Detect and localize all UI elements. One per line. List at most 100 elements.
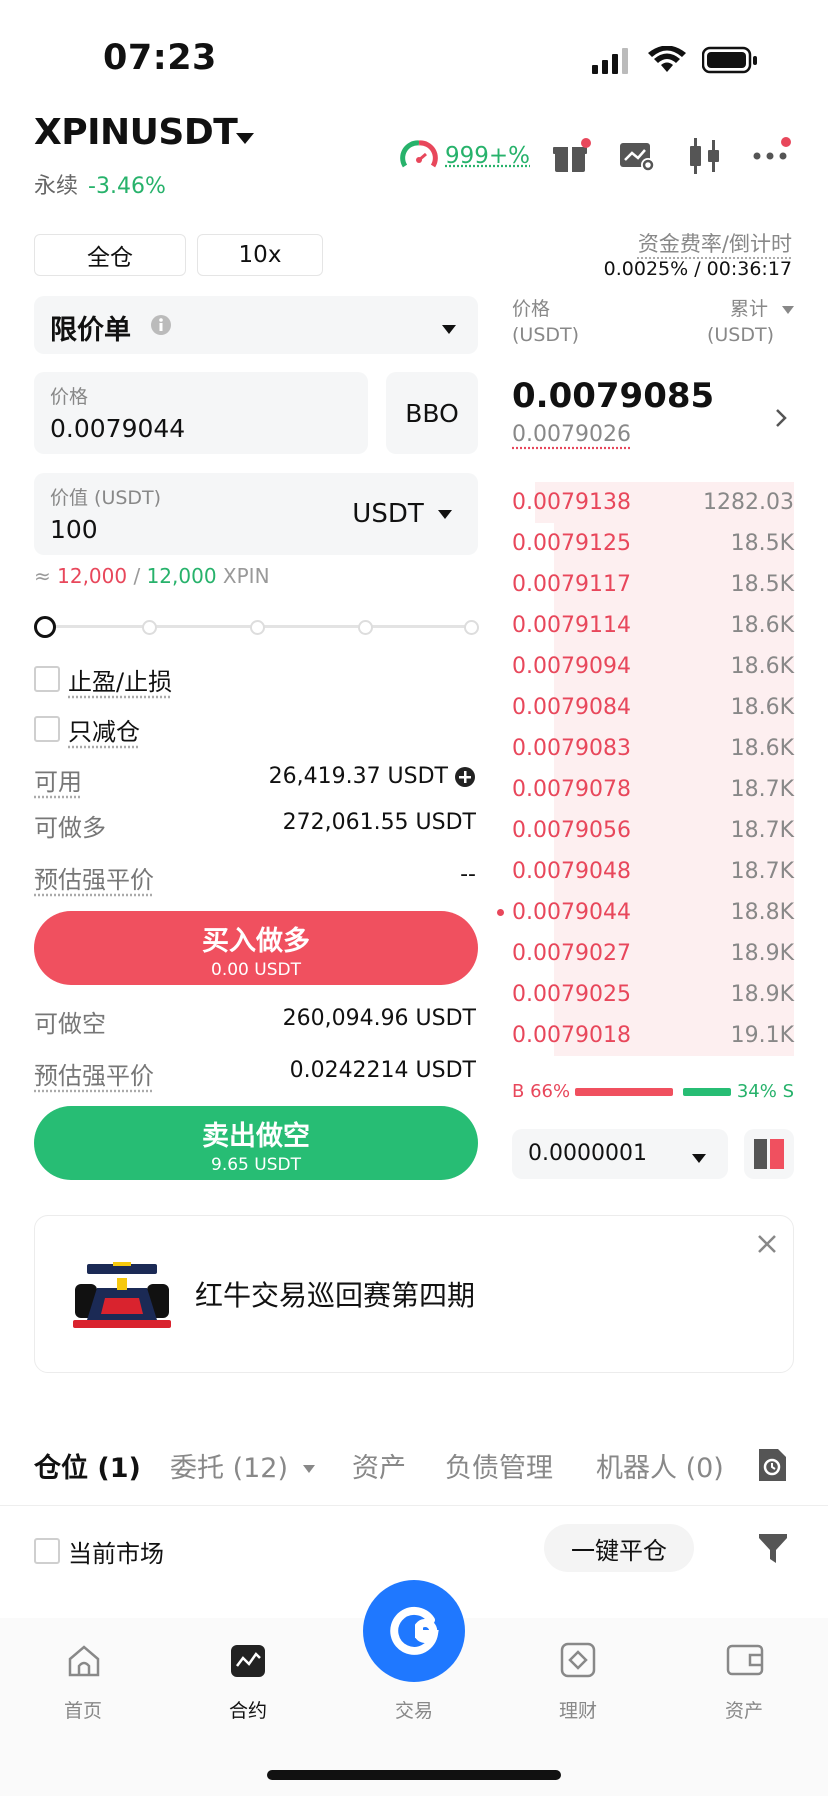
ask-cumulative: 18.5K [730, 572, 794, 597]
ask-cumulative: 18.7K [730, 818, 794, 843]
liq-price-label-short[interactable]: 预估强平价 [34, 1056, 154, 1091]
tab-bots[interactable]: 机器人 (0) [596, 1446, 724, 1485]
value-unit-label: USDT [352, 499, 424, 529]
banner-title: 红牛交易巡回赛第四期 [195, 1279, 476, 1312]
tab-positions[interactable]: 仓位 (1) [34, 1446, 141, 1485]
nav-futures-label[interactable]: 合约 [198, 1696, 298, 1723]
nav-home-label[interactable]: 首页 [33, 1696, 133, 1723]
ask-row[interactable]: 0.0079125 18.5K [512, 523, 794, 564]
nav-assets-icon[interactable] [726, 1644, 764, 1680]
ask-row[interactable]: 0.0079078 18.7K [512, 769, 794, 810]
tp-sl-checkbox[interactable] [34, 666, 60, 692]
nav-assets-label[interactable]: 资产 [694, 1696, 794, 1723]
ask-row[interactable]: 0.0079027 18.9K [512, 933, 794, 974]
more-icon[interactable] [752, 136, 792, 170]
promo-banner[interactable]: 红牛交易巡回赛第四期 [34, 1215, 794, 1373]
close-all-label: 一键平仓 [571, 1536, 667, 1565]
value-input[interactable]: 价值 (USDT) 100 USDT [34, 473, 478, 555]
ask-row[interactable]: 0.0079044 18.8K [497, 892, 794, 933]
nav-earn-label[interactable]: 理财 [528, 1696, 628, 1723]
ask-row[interactable]: 0.0079048 18.7K [512, 851, 794, 892]
ob-cum-header-label: 累计 [729, 298, 768, 320]
ask-row[interactable]: 0.0079138 1282.03 [512, 482, 794, 523]
gauge-icon[interactable] [400, 138, 438, 178]
ask-row[interactable]: 0.0079117 18.5K [512, 564, 794, 605]
nav-home-icon[interactable] [66, 1644, 102, 1682]
filter-icon[interactable] [758, 1532, 788, 1568]
chart-settings-icon[interactable] [619, 140, 657, 178]
nav-trade-label[interactable]: 交易 [364, 1696, 464, 1723]
tab-assets[interactable]: 资产 [352, 1446, 406, 1485]
ask-price: 0.0079044 [512, 900, 631, 925]
tab-debt[interactable]: 负债管理 [445, 1446, 553, 1485]
my-order-dot [497, 909, 504, 916]
short-max-value: 260,094.96 USDT [282, 1006, 476, 1031]
gauge-value[interactable]: 999+% [445, 143, 530, 169]
mark-price[interactable]: 0.0079026 [512, 422, 631, 447]
symbol-title[interactable]: XPINUSDT [34, 112, 238, 153]
ask-row[interactable]: 0.0079084 18.6K [512, 687, 794, 728]
current-market-label[interactable]: 当前市场 [68, 1534, 164, 1569]
tabs-divider [0, 1505, 828, 1506]
nav-trade-button[interactable] [363, 1580, 465, 1682]
ask-cumulative: 18.6K [730, 654, 794, 679]
amount-slider[interactable] [34, 614, 480, 640]
close-icon[interactable] [757, 1234, 777, 1258]
margin-mode-button[interactable]: 全仓 [34, 234, 186, 276]
nav-futures-icon[interactable] [230, 1644, 266, 1682]
ask-row[interactable]: 0.0079094 18.6K [512, 646, 794, 687]
reduce-only-label[interactable]: 只减仓 [68, 712, 140, 747]
symbol-dropdown-icon[interactable] [236, 130, 254, 149]
info-icon[interactable] [150, 314, 172, 340]
estimate-unit: XPIN [222, 564, 270, 588]
estimate-prefix: ≈ [34, 564, 51, 588]
ask-price: 0.0079018 [512, 1023, 631, 1048]
gift-icon[interactable] [552, 138, 592, 178]
candlestick-icon[interactable] [688, 138, 722, 178]
ask-row[interactable]: 0.0079083 18.6K [512, 728, 794, 769]
liq-price-value-short: 0.0242214 USDT [289, 1058, 476, 1083]
precision-select[interactable]: 0.0000001 [512, 1129, 728, 1179]
ask-price: 0.0079048 [512, 859, 631, 884]
liq-price-label-long[interactable]: 预估强平价 [34, 860, 154, 895]
history-icon[interactable] [756, 1448, 788, 1486]
ask-cumulative: 18.5K [730, 531, 794, 556]
ob-cum-header[interactable]: 累计 (USDT) [707, 296, 794, 348]
value-unit-select[interactable]: USDT [352, 499, 452, 529]
current-market-checkbox[interactable] [34, 1538, 60, 1564]
bbo-button[interactable]: BBO [386, 372, 478, 454]
buy-ratio-label: B 66% [512, 1081, 571, 1102]
estimate-row: ≈ 12,000 / 12,000 XPIN [34, 564, 270, 588]
price-value: 0.0079044 [50, 414, 186, 443]
price-input[interactable]: 价格 0.0079044 [34, 372, 368, 454]
ob-price-header-unit: (USDT) [512, 324, 580, 346]
nav-earn-icon[interactable] [560, 1642, 596, 1682]
ask-row[interactable]: 0.0079114 18.6K [512, 605, 794, 646]
symbol-text: XPINUSDT [34, 112, 238, 153]
ask-row[interactable]: 0.0079018 19.1K [512, 1015, 794, 1056]
ask-row[interactable]: 0.0079025 18.9K [512, 974, 794, 1015]
close-all-button[interactable]: 一键平仓 [544, 1524, 694, 1572]
slider-handle[interactable] [34, 616, 56, 638]
orderbook-layout-button[interactable] [744, 1129, 794, 1179]
reduce-only-checkbox[interactable] [34, 716, 60, 742]
tp-sl-label[interactable]: 止盈/止损 [68, 662, 172, 697]
chevron-right-icon[interactable] [775, 408, 787, 432]
order-type-select[interactable]: 限价单 [34, 296, 478, 354]
buy-long-button[interactable]: 买入做多 0.00 USDT [34, 911, 478, 985]
tab-orders[interactable]: 委托 (12) [170, 1446, 315, 1485]
order-type-label: 限价单 [50, 315, 131, 346]
leverage-button[interactable]: 10x [197, 234, 323, 276]
available-label[interactable]: 可用 [34, 762, 82, 797]
ask-cumulative: 18.9K [730, 941, 794, 966]
ask-cumulative: 18.7K [730, 859, 794, 884]
slider-tick [250, 620, 265, 635]
funding-label[interactable]: 资金费率/倒计时 [638, 228, 792, 258]
long-max-value: 272,061.55 USDT [282, 810, 476, 835]
ask-row[interactable]: 0.0079056 18.7K [512, 810, 794, 851]
ask-cumulative: 18.6K [730, 695, 794, 720]
sell-short-button[interactable]: 卖出做空 9.65 USDT [34, 1106, 478, 1180]
home-indicator[interactable] [267, 1770, 561, 1780]
add-funds-icon[interactable] [454, 766, 476, 792]
ob-price-header: 价格 (USDT) [512, 296, 579, 348]
